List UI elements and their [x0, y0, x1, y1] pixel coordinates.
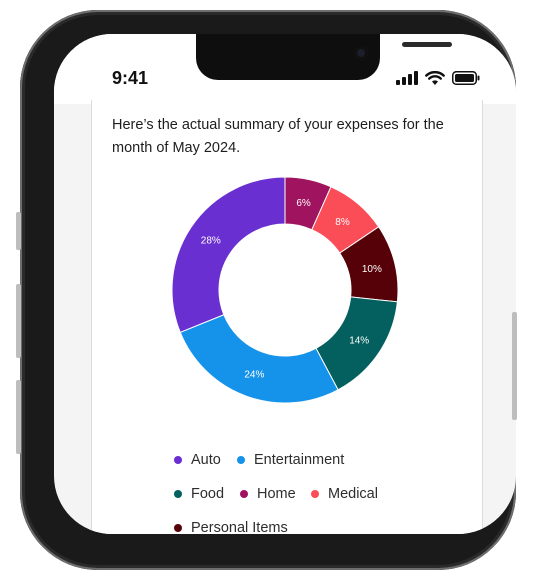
donut-label-auto: 28% — [201, 235, 221, 246]
legend-label-personal-items: Personal Items — [191, 520, 288, 534]
legend-label-food: Food — [191, 486, 225, 502]
legend-dot-auto — [174, 456, 182, 464]
power-button — [512, 312, 517, 420]
battery-icon — [452, 71, 480, 85]
donut-label-entertainment: 24% — [244, 370, 264, 381]
expense-summary-card: Here’s the actual summary of your expens… — [91, 100, 483, 534]
legend-label-medical: Medical — [328, 486, 378, 502]
legend-item-auto[interactable]: Auto — [174, 452, 221, 468]
status-icons — [396, 68, 480, 88]
legend-dot-entertainment — [237, 456, 245, 464]
legend-label-entertainment: Entertainment — [254, 452, 345, 468]
donut-slice-auto[interactable] — [171, 176, 286, 333]
speaker-grille — [402, 42, 452, 47]
mute-switch — [16, 212, 21, 250]
donut-label-home: 6% — [296, 198, 311, 209]
legend-label-home: Home — [257, 486, 296, 502]
donut-label-food: 14% — [349, 336, 369, 347]
phone-notch — [196, 34, 452, 80]
legend-dot-personal-items — [174, 524, 182, 532]
legend-item-entertainment[interactable]: Entertainment — [237, 452, 344, 468]
legend-item-medical[interactable]: Medical — [311, 486, 378, 502]
legend-item-personal-items[interactable]: Personal Items — [174, 520, 288, 534]
cellular-signal-icon — [396, 71, 418, 85]
wifi-icon — [425, 70, 445, 85]
legend-label-auto: Auto — [191, 452, 221, 468]
volume-down-button — [16, 380, 21, 454]
front-camera-icon — [354, 46, 368, 60]
donut-label-personal-items: 10% — [362, 264, 382, 275]
legend-dot-food — [174, 490, 182, 498]
donut-label-medical: 8% — [335, 217, 350, 228]
volume-up-button — [16, 284, 21, 358]
status-time: 9:41 — [112, 68, 149, 88]
legend-item-food[interactable]: Food — [174, 486, 224, 502]
phone-frame: 9:41 Here’s the actual summary of your e… — [20, 10, 516, 570]
legend-dot-medical — [311, 490, 319, 498]
phone-screen: 9:41 Here’s the actual summary of your e… — [54, 34, 516, 534]
expense-donut-chart: 6% 8% 10% 14% 24% 28% — [171, 176, 399, 404]
legend-item-home[interactable]: Home — [240, 486, 296, 502]
donut-slice-entertainment[interactable] — [179, 314, 339, 404]
legend-dot-home — [240, 490, 248, 498]
